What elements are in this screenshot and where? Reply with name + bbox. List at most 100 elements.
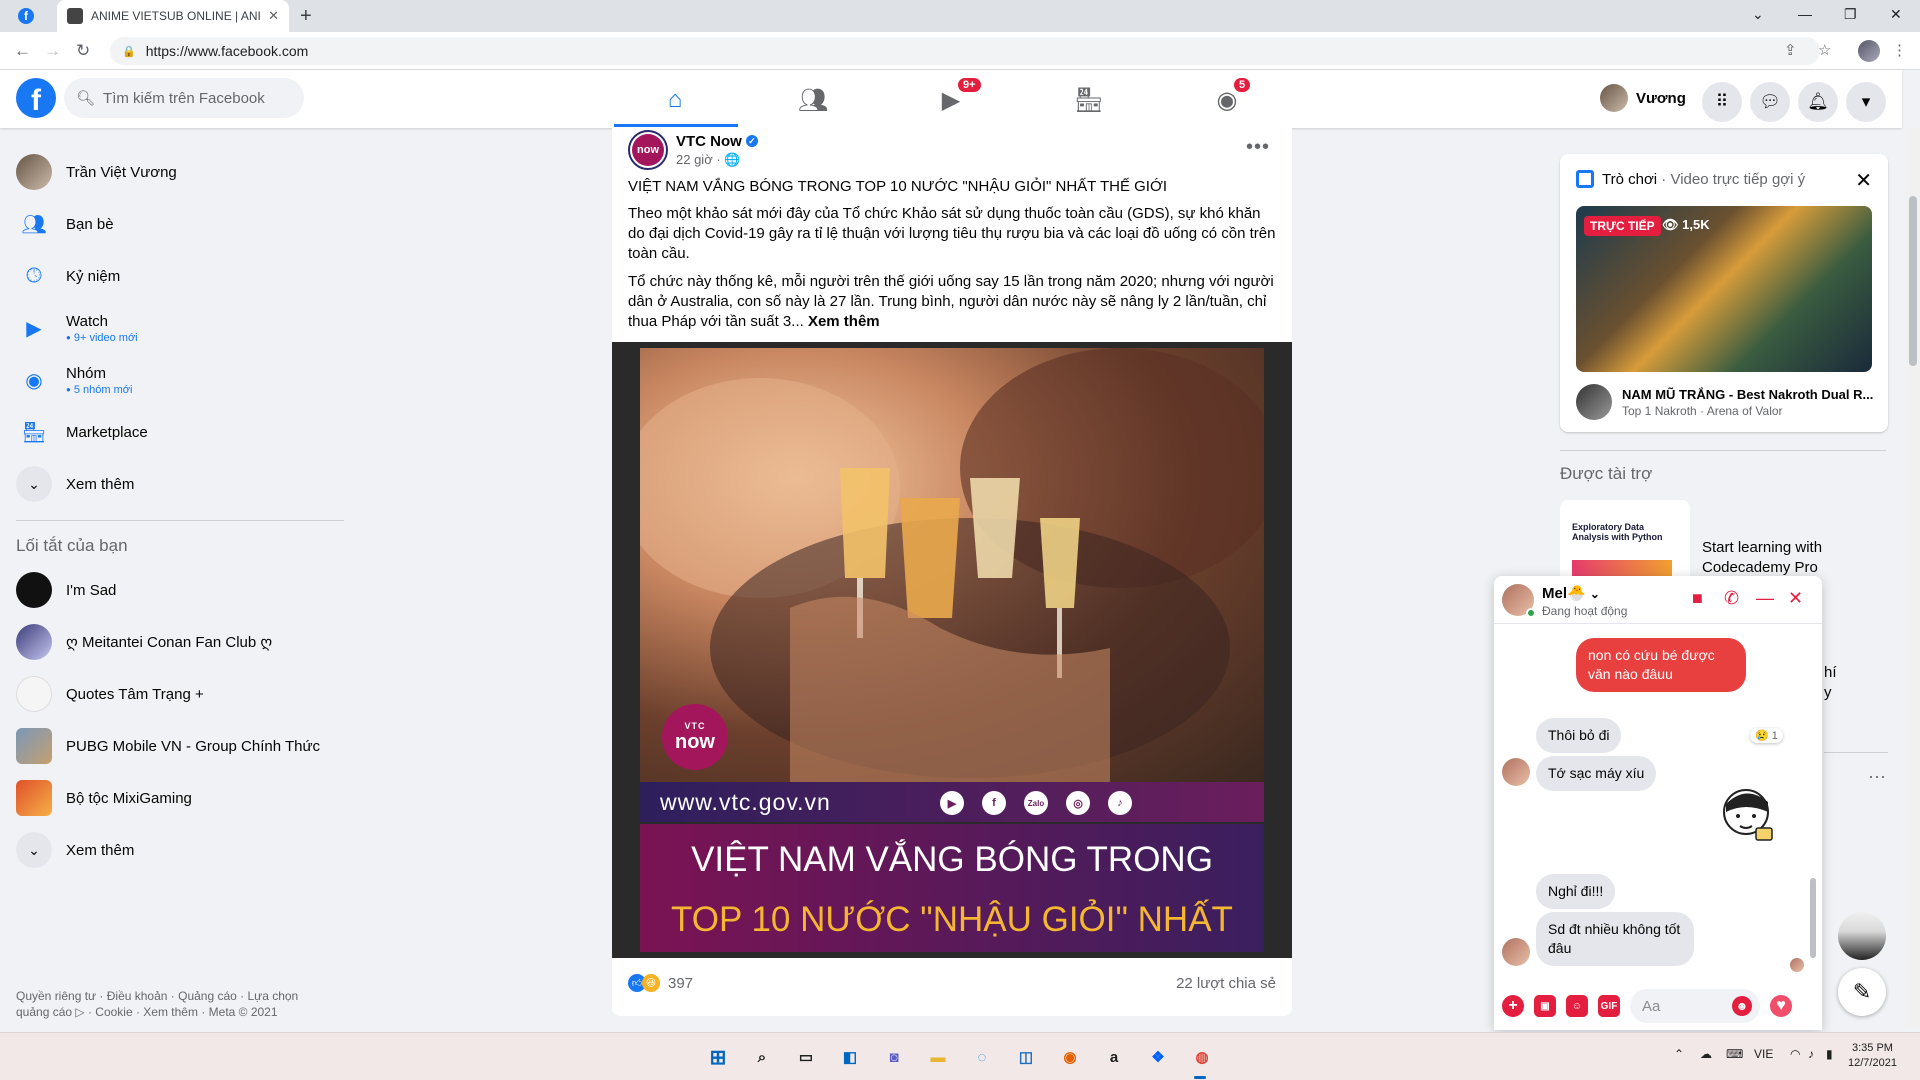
firefox-icon[interactable]: ◉ (1058, 1045, 1082, 1069)
dropbox-icon[interactable]: ❖ (1146, 1045, 1170, 1069)
chat-contact-name[interactable]: Mel🐣 ⌄ (1542, 584, 1600, 602)
contacts-options-icon[interactable]: ··· (1868, 766, 1886, 787)
reload-icon[interactable]: ↻ (76, 41, 90, 61)
system-clock[interactable]: 3:35 PM 12/7/2021 (1848, 1041, 1897, 1071)
gif-icon[interactable]: GIF (1598, 995, 1620, 1017)
address-bar[interactable]: 🔒 https://www.facebook.com (110, 37, 1820, 65)
shortcut-item[interactable]: ღ Meitantei Conan Fan Club ღ (8, 616, 348, 668)
close-window-icon[interactable]: ✕ (1890, 6, 1902, 23)
maximize-icon[interactable]: ❐ (1844, 6, 1857, 23)
task-view-icon[interactable]: ▭ (794, 1045, 818, 1069)
share-icon[interactable]: ⇪ (1784, 41, 1797, 59)
reactions-count[interactable]: 397 (668, 975, 693, 992)
menu-button[interactable]: ⠿ (1702, 82, 1742, 122)
shortcut-item[interactable]: Quotes Tâm Trạng + (8, 668, 348, 720)
tab-groups[interactable]: ◉ (1172, 78, 1282, 122)
back-icon[interactable]: ← (14, 41, 31, 61)
chat-scrollbar-thumb[interactable] (1810, 878, 1816, 958)
profile-shortcut[interactable]: Vương (1600, 84, 1686, 112)
message-bubble-sent[interactable]: non có cứu bé được văn nào đâuu (1576, 638, 1746, 692)
chrome-icon[interactable]: ◍ (1190, 1045, 1214, 1069)
bookmark-star-icon[interactable]: ☆ (1818, 41, 1831, 59)
keyboard-icon[interactable]: ⌨ (1726, 1047, 1743, 1061)
amazon-icon[interactable]: a (1102, 1045, 1126, 1069)
chat-app-icon[interactable]: ◙ (882, 1045, 906, 1069)
language-indicator[interactable]: VIE (1754, 1047, 1773, 1061)
message-reaction[interactable]: 😢 1 (1750, 728, 1783, 743)
sidebar-item-see-more[interactable]: ⌄ Xem thêm (8, 458, 348, 510)
chat-header[interactable]: Mel🐣 ⌄ Đang hoạt động ■ ✆ — ✕ (1494, 576, 1822, 624)
file-explorer-icon[interactable]: ▬ (926, 1045, 950, 1069)
search-input[interactable]: 🔍︎ Tìm kiếm trên Facebook (64, 78, 304, 118)
sidebar-item-watch[interactable]: ▶ Watch 9+ video mới (8, 302, 348, 354)
tray-overflow-icon[interactable]: ⌃ (1674, 1047, 1684, 1061)
new-message-button[interactable]: ✎ (1838, 968, 1886, 1016)
footer-line[interactable]: Quyền riêng tư · Điều khoản · Quảng cáo … (16, 988, 336, 1004)
tab-friends[interactable]: 👥︎ (758, 78, 868, 122)
tab-marketplace[interactable]: 🏪︎ (1034, 78, 1144, 122)
page-name[interactable]: VTC Now (676, 133, 742, 150)
ad-title[interactable]: Start learning with Codecademy Pro (1702, 538, 1862, 578)
sidebar-item-profile[interactable]: Trần Việt Vương (8, 146, 348, 198)
chat-head-avatar[interactable] (1838, 912, 1886, 960)
close-chat-icon[interactable]: ✕ (1788, 588, 1803, 609)
see-more-link[interactable]: Xem thêm (808, 313, 880, 330)
footer-line[interactable]: quảng cáo ▷ · Cookie · Xem thêm · Meta ©… (16, 1004, 336, 1020)
message-input[interactable]: Aa ☻ (1630, 989, 1760, 1023)
video-call-icon[interactable]: ■ (1692, 588, 1703, 609)
notifications-button[interactable]: 🔔︎ (1798, 82, 1838, 122)
battery-icon[interactable]: ▮ (1826, 1047, 1833, 1061)
widgets-icon[interactable]: ◧ (838, 1045, 862, 1069)
phone-call-icon[interactable]: ✆ (1724, 588, 1739, 609)
volume-icon[interactable]: ♪ (1808, 1047, 1814, 1061)
message-bubble-received[interactable]: Tớ sạc máy xíu (1536, 756, 1657, 791)
message-bubble-received[interactable]: Nghỉ đi!!! (1536, 874, 1616, 909)
page-avatar[interactable]: now (628, 130, 668, 170)
shortcut-item[interactable]: Bộ tộc MixiGaming (8, 772, 348, 824)
shortcut-item[interactable]: I'm Sad (8, 564, 348, 616)
post-image[interactable]: VTC now www.vtc.gov.vn ▶ f Zalo ◎ ♪ VIỆT… (612, 342, 1292, 958)
browser-tab[interactable]: ANIME VIETSUB ONLINE | ANIME ✕ (57, 0, 289, 32)
sidebar-item-friends[interactable]: 👥︎ Bạn bè (8, 198, 348, 250)
forward-icon[interactable]: → (44, 41, 61, 61)
minimize-chat-icon[interactable]: — (1756, 588, 1774, 609)
post-time[interactable]: 22 giờ · 🌐 (676, 152, 758, 168)
sidebar-item-memories[interactable]: 🕓︎ Kỷ niệm (8, 250, 348, 302)
chrome-menu-icon[interactable]: ⋮ (1892, 41, 1907, 59)
quick-reaction-icon[interactable]: ♥ (1770, 995, 1792, 1017)
start-icon[interactable]: ⊞ (706, 1045, 730, 1069)
sticker-image[interactable] (1716, 784, 1780, 848)
search-icon[interactable]: ⌕ (750, 1045, 774, 1069)
more-options-icon[interactable]: ••• (1246, 136, 1270, 159)
footer-links[interactable]: Quyền riêng tư · Điều khoản · Quảng cáo … (16, 988, 336, 1020)
shortcut-item[interactable]: PUBG Mobile VN - Group Chính Thức (8, 720, 348, 772)
tab-home[interactable]: ⌂ (620, 78, 730, 122)
browser-profile-avatar[interactable] (1858, 40, 1880, 62)
shares-count[interactable]: 22 lượt chia sẻ (1176, 975, 1276, 992)
facebook-logo[interactable]: f (16, 78, 56, 118)
store-icon[interactable]: ◫ (1014, 1045, 1038, 1069)
facebook-pinned-tab-icon[interactable]: f (18, 8, 34, 24)
close-tab-icon[interactable]: ✕ (268, 8, 279, 24)
sidebar-item-marketplace[interactable]: 🏪︎ Marketplace (8, 406, 348, 458)
wifi-icon[interactable]: ◠ (1790, 1047, 1800, 1061)
edge-icon[interactable]: ◌ (970, 1045, 994, 1069)
emoji-icon[interactable]: ☻ (1732, 996, 1752, 1016)
sticker-icon[interactable]: ☺ (1566, 995, 1588, 1017)
messenger-button[interactable]: 💬︎ (1750, 82, 1790, 122)
tab-watch[interactable]: ▶ (896, 78, 1006, 122)
live-video-thumbnail[interactable]: TRỰC TIẾP 👁︎ 1,5K (1576, 206, 1872, 372)
tab-search-icon[interactable]: ⌄ (1752, 6, 1764, 23)
stream-info[interactable]: NAM MŨ TRẮNG - Best Nakroth Dual R... To… (1576, 384, 1873, 420)
sidebar-item-groups[interactable]: ◉ Nhóm 5 nhóm mới (8, 354, 348, 406)
close-icon[interactable]: ✕ (1855, 168, 1872, 193)
shortcut-see-more[interactable]: ⌄ Xem thêm (8, 824, 348, 876)
new-tab-icon[interactable]: + (300, 5, 312, 28)
add-attachment-icon[interactable]: + (1502, 995, 1524, 1017)
message-bubble-received[interactable]: Sd đt nhiều không tốt đâu (1536, 912, 1694, 966)
message-bubble-received[interactable]: Thôi bỏ đi (1536, 718, 1622, 753)
minimize-icon[interactable]: — (1798, 6, 1812, 22)
lock-icon[interactable]: 🔒 (122, 45, 136, 58)
onedrive-icon[interactable]: ☁ (1700, 1047, 1712, 1061)
account-button[interactable]: ▾ (1846, 82, 1886, 122)
